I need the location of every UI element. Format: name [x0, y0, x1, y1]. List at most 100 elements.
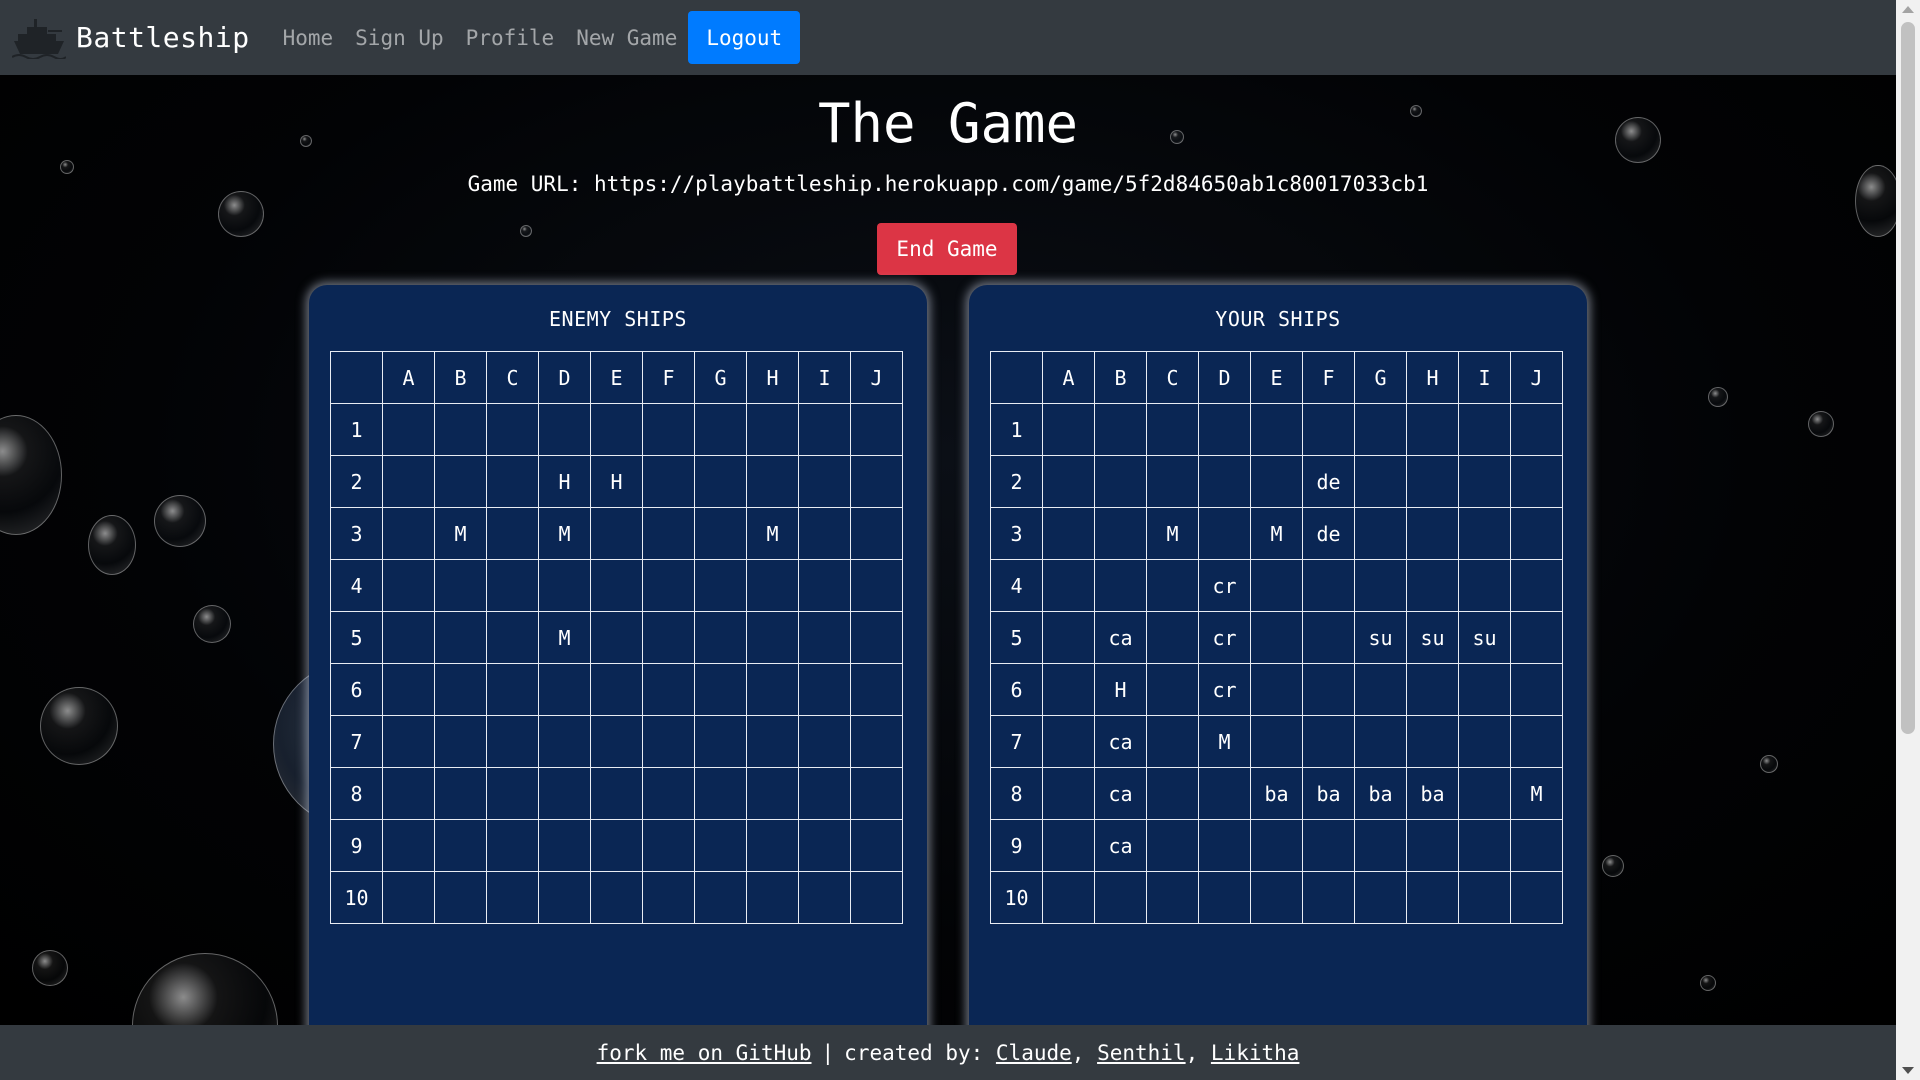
yours-cell-h5[interactable]: su — [1406, 611, 1459, 664]
yours-cell-h3[interactable] — [1406, 507, 1459, 560]
yours-cell-i8[interactable] — [1458, 767, 1511, 820]
enemy-cell-g4[interactable] — [694, 559, 747, 612]
enemy-cell-j7[interactable] — [850, 715, 903, 768]
enemy-cell-b2[interactable] — [434, 455, 487, 508]
enemy-cell-i10[interactable] — [798, 871, 851, 924]
yours-cell-g2[interactable] — [1354, 455, 1407, 508]
yours-cell-j9[interactable] — [1510, 819, 1563, 872]
enemy-cell-a7[interactable] — [382, 715, 435, 768]
yours-cell-j5[interactable] — [1510, 611, 1563, 664]
enemy-cell-d1[interactable] — [538, 403, 591, 456]
yours-cell-b5[interactable]: ca — [1094, 611, 1147, 664]
yours-cell-b6[interactable]: H — [1094, 663, 1147, 716]
yours-cell-g1[interactable] — [1354, 403, 1407, 456]
yours-cell-e5[interactable] — [1250, 611, 1303, 664]
yours-cell-d3[interactable] — [1198, 507, 1251, 560]
nav-home-link[interactable]: Home — [283, 26, 334, 50]
enemy-cell-e4[interactable] — [590, 559, 643, 612]
enemy-cell-a5[interactable] — [382, 611, 435, 664]
yours-cell-d6[interactable]: cr — [1198, 663, 1251, 716]
yours-cell-c8[interactable] — [1146, 767, 1199, 820]
yours-cell-a9[interactable] — [1042, 819, 1095, 872]
enemy-cell-f4[interactable] — [642, 559, 695, 612]
yours-cell-e2[interactable] — [1250, 455, 1303, 508]
enemy-cell-f6[interactable] — [642, 663, 695, 716]
enemy-cell-g7[interactable] — [694, 715, 747, 768]
enemy-cell-i6[interactable] — [798, 663, 851, 716]
yours-cell-h10[interactable] — [1406, 871, 1459, 924]
enemy-cell-g6[interactable] — [694, 663, 747, 716]
yours-cell-e4[interactable] — [1250, 559, 1303, 612]
enemy-cell-d9[interactable] — [538, 819, 591, 872]
yours-cell-b2[interactable] — [1094, 455, 1147, 508]
enemy-cell-j8[interactable] — [850, 767, 903, 820]
page-scrollbar[interactable] — [1896, 0, 1920, 1080]
yours-cell-b7[interactable]: ca — [1094, 715, 1147, 768]
yours-cell-d2[interactable] — [1198, 455, 1251, 508]
yours-cell-f1[interactable] — [1302, 403, 1355, 456]
enemy-cell-h5[interactable] — [746, 611, 799, 664]
enemy-cell-i9[interactable] — [798, 819, 851, 872]
yours-cell-c10[interactable] — [1146, 871, 1199, 924]
yours-cell-d4[interactable]: cr — [1198, 559, 1251, 612]
enemy-cell-d10[interactable] — [538, 871, 591, 924]
enemy-cell-d2[interactable]: H — [538, 455, 591, 508]
yours-cell-h6[interactable] — [1406, 663, 1459, 716]
enemy-cell-i4[interactable] — [798, 559, 851, 612]
enemy-cell-d3[interactable]: M — [538, 507, 591, 560]
yours-cell-i5[interactable]: su — [1458, 611, 1511, 664]
yours-cell-g8[interactable]: ba — [1354, 767, 1407, 820]
yours-cell-e9[interactable] — [1250, 819, 1303, 872]
yours-cell-c4[interactable] — [1146, 559, 1199, 612]
enemy-cell-i5[interactable] — [798, 611, 851, 664]
yours-cell-f4[interactable] — [1302, 559, 1355, 612]
yours-cell-g3[interactable] — [1354, 507, 1407, 560]
enemy-cell-a10[interactable] — [382, 871, 435, 924]
enemy-cell-j5[interactable] — [850, 611, 903, 664]
yours-cell-h4[interactable] — [1406, 559, 1459, 612]
enemy-cell-j3[interactable] — [850, 507, 903, 560]
enemy-cell-e9[interactable] — [590, 819, 643, 872]
enemy-cell-i1[interactable] — [798, 403, 851, 456]
yours-cell-g4[interactable] — [1354, 559, 1407, 612]
enemy-cell-e7[interactable] — [590, 715, 643, 768]
yours-cell-g5[interactable]: su — [1354, 611, 1407, 664]
yours-cell-e6[interactable] — [1250, 663, 1303, 716]
scroll-up-arrow-icon[interactable] — [1902, 6, 1914, 13]
yours-cell-d8[interactable] — [1198, 767, 1251, 820]
yours-cell-f3[interactable]: de — [1302, 507, 1355, 560]
yours-cell-i1[interactable] — [1458, 403, 1511, 456]
yours-cell-i6[interactable] — [1458, 663, 1511, 716]
enemy-cell-f3[interactable] — [642, 507, 695, 560]
yours-cell-c6[interactable] — [1146, 663, 1199, 716]
yours-cell-i2[interactable] — [1458, 455, 1511, 508]
enemy-cell-b4[interactable] — [434, 559, 487, 612]
yours-cell-j8[interactable]: M — [1510, 767, 1563, 820]
enemy-cell-j2[interactable] — [850, 455, 903, 508]
github-link[interactable]: fork me on GitHub — [597, 1041, 812, 1065]
yours-cell-a10[interactable] — [1042, 871, 1095, 924]
enemy-cell-j9[interactable] — [850, 819, 903, 872]
yours-cell-e1[interactable] — [1250, 403, 1303, 456]
nav-new-game-link[interactable]: New Game — [576, 26, 677, 50]
brand[interactable]: Battleship — [12, 17, 250, 59]
nav-profile-link[interactable]: Profile — [466, 26, 555, 50]
yours-cell-h1[interactable] — [1406, 403, 1459, 456]
yours-cell-b3[interactable] — [1094, 507, 1147, 560]
enemy-cell-f2[interactable] — [642, 455, 695, 508]
yours-cell-h7[interactable] — [1406, 715, 1459, 768]
yours-cell-a1[interactable] — [1042, 403, 1095, 456]
enemy-cell-b1[interactable] — [434, 403, 487, 456]
enemy-cell-h3[interactable]: M — [746, 507, 799, 560]
enemy-cell-f9[interactable] — [642, 819, 695, 872]
enemy-cell-c6[interactable] — [486, 663, 539, 716]
enemy-cell-g5[interactable] — [694, 611, 747, 664]
yours-cell-a8[interactable] — [1042, 767, 1095, 820]
enemy-cell-a9[interactable] — [382, 819, 435, 872]
enemy-cell-i3[interactable] — [798, 507, 851, 560]
enemy-cell-e1[interactable] — [590, 403, 643, 456]
scroll-thumb[interactable] — [1901, 22, 1915, 734]
yours-cell-d10[interactable] — [1198, 871, 1251, 924]
enemy-cell-h8[interactable] — [746, 767, 799, 820]
enemy-cell-g2[interactable] — [694, 455, 747, 508]
